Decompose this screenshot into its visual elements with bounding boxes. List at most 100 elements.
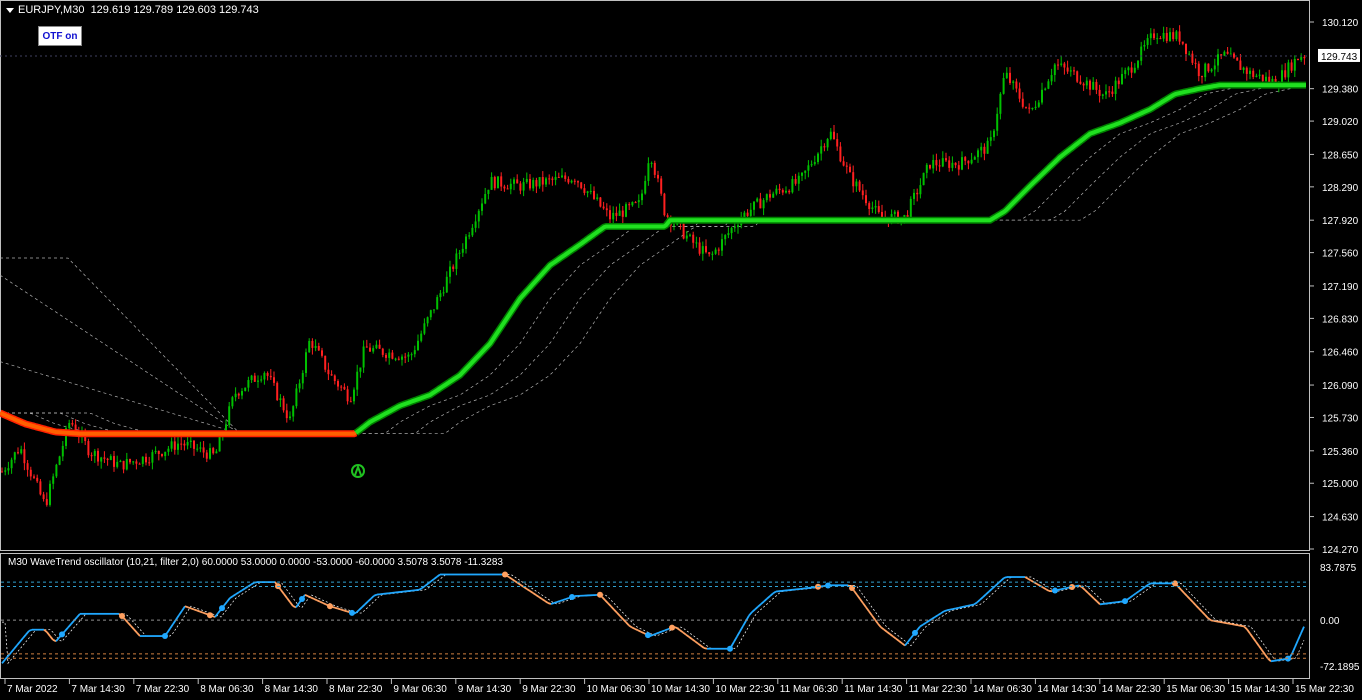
oscillator-segment bbox=[178, 610, 183, 616]
oscillator-segment bbox=[49, 635, 54, 641]
candle-body bbox=[442, 292, 445, 294]
oscillator-segment bbox=[370, 595, 375, 600]
oscillator-segment bbox=[1147, 582, 1152, 586]
candle-body bbox=[337, 381, 339, 387]
candle-body bbox=[365, 346, 368, 348]
candle-body bbox=[673, 224, 675, 226]
candle-body bbox=[1050, 75, 1053, 82]
oscillator-signal-dot bbox=[59, 631, 65, 638]
candle-body bbox=[202, 447, 205, 453]
candle-body bbox=[506, 188, 509, 190]
chart-canvas[interactable]: 130.120 129.380 129.020 128.650 128.290 127.9… bbox=[0, 0, 1362, 700]
candle-body bbox=[1127, 67, 1130, 71]
oscillator-segment bbox=[541, 598, 546, 602]
oscillator-segment bbox=[949, 608, 954, 611]
candle-body bbox=[372, 348, 375, 352]
candle-body bbox=[545, 178, 547, 185]
candle-body bbox=[1261, 74, 1264, 81]
oscillator-segment bbox=[307, 595, 312, 599]
oscillator-segment bbox=[322, 602, 327, 606]
candle-body bbox=[413, 350, 416, 355]
candle-body bbox=[929, 164, 931, 169]
oscillator-segment bbox=[862, 602, 867, 608]
oscillator-signal-dot bbox=[1172, 580, 1178, 587]
oscillator-segment bbox=[1201, 611, 1206, 616]
candle-body bbox=[461, 248, 464, 253]
time-tick-label: 9 Mar 22:30 bbox=[522, 684, 576, 695]
candle-body bbox=[324, 355, 327, 370]
candle-body bbox=[1047, 81, 1050, 89]
candle-body bbox=[695, 242, 698, 244]
candle-body bbox=[500, 176, 503, 187]
oscillator-segment bbox=[1204, 614, 1209, 619]
chart-header[interactable]: EURJPY,M30 129.619 129.789 129.603 129.7… bbox=[6, 4, 259, 16]
wavetrend-oscillator[interactable] bbox=[1, 571, 1305, 665]
candle-body bbox=[842, 161, 845, 166]
candle-body bbox=[762, 200, 765, 209]
oscillator-signal-dot bbox=[825, 582, 831, 589]
candle-body bbox=[17, 452, 19, 454]
oscillator-segment bbox=[676, 627, 681, 631]
oscillator-segment bbox=[1138, 588, 1143, 592]
oscillator-segment bbox=[22, 633, 27, 639]
candle-body bbox=[871, 207, 874, 209]
candle-body bbox=[1153, 33, 1155, 39]
dropdown-triangle-icon[interactable] bbox=[6, 7, 14, 13]
candle-body bbox=[257, 380, 259, 382]
time-tick-label: 10 Mar 14:30 bbox=[651, 684, 710, 695]
oscillator-segment bbox=[973, 601, 978, 606]
oscillator-signal-dot bbox=[1122, 598, 1128, 605]
candle-body bbox=[1140, 46, 1143, 61]
candle-body bbox=[263, 373, 266, 380]
oscillator-level-label: 83.7875 bbox=[1320, 563, 1357, 574]
oscillator-segment bbox=[193, 608, 198, 612]
candle-body bbox=[529, 178, 531, 189]
time-tick-label: 10 Mar 06:30 bbox=[587, 684, 646, 695]
up-arrow-marker-icon bbox=[351, 464, 365, 478]
oscillator-segment bbox=[13, 644, 18, 650]
oscillator-segment bbox=[907, 637, 912, 643]
candle-body bbox=[39, 481, 42, 495]
time-tick-label: 11 Mar 14:30 bbox=[844, 684, 903, 695]
candle-body bbox=[13, 452, 16, 460]
candle-body bbox=[685, 235, 688, 239]
oscillator-segment bbox=[736, 630, 741, 637]
candle-body bbox=[698, 242, 701, 254]
candle-body bbox=[746, 212, 749, 216]
candle-body bbox=[1207, 63, 1210, 72]
candle-body bbox=[513, 179, 515, 184]
oscillator-segment bbox=[694, 640, 699, 645]
candle-body bbox=[321, 350, 323, 356]
candle-body bbox=[311, 340, 314, 348]
candle-body bbox=[237, 393, 240, 396]
candle-body bbox=[189, 440, 192, 443]
candle-body bbox=[26, 463, 29, 470]
candle-body bbox=[845, 165, 848, 167]
price-tick-label: 126.460 bbox=[1322, 348, 1359, 359]
candle-body bbox=[1233, 53, 1235, 58]
oscillator-segment bbox=[214, 612, 219, 618]
candle-body bbox=[791, 179, 794, 193]
oscillator-segment bbox=[748, 611, 753, 617]
candle-body bbox=[161, 454, 163, 457]
candle-body bbox=[1271, 78, 1274, 83]
candle-body bbox=[58, 456, 61, 465]
oscillator-signal-dot bbox=[327, 603, 333, 610]
candle-body bbox=[711, 253, 714, 255]
candle-body bbox=[68, 422, 71, 429]
candle-body bbox=[1082, 83, 1085, 86]
oscillator-segment bbox=[181, 605, 186, 612]
candle-body bbox=[961, 157, 963, 170]
oscillator-segment bbox=[343, 609, 348, 613]
candle-body bbox=[877, 206, 880, 212]
candle-body bbox=[909, 198, 912, 218]
otf-button[interactable]: OTF on bbox=[38, 26, 82, 46]
candle-body bbox=[436, 297, 439, 310]
oscillator-level-label: 0.00 bbox=[1320, 616, 1340, 627]
oscillator-segment bbox=[1297, 633, 1302, 641]
candle-body bbox=[807, 165, 810, 171]
oscillator-segment bbox=[364, 600, 369, 605]
oscillator-segment bbox=[853, 590, 858, 596]
candle-body bbox=[490, 177, 493, 190]
oscillator-segment bbox=[637, 629, 642, 633]
